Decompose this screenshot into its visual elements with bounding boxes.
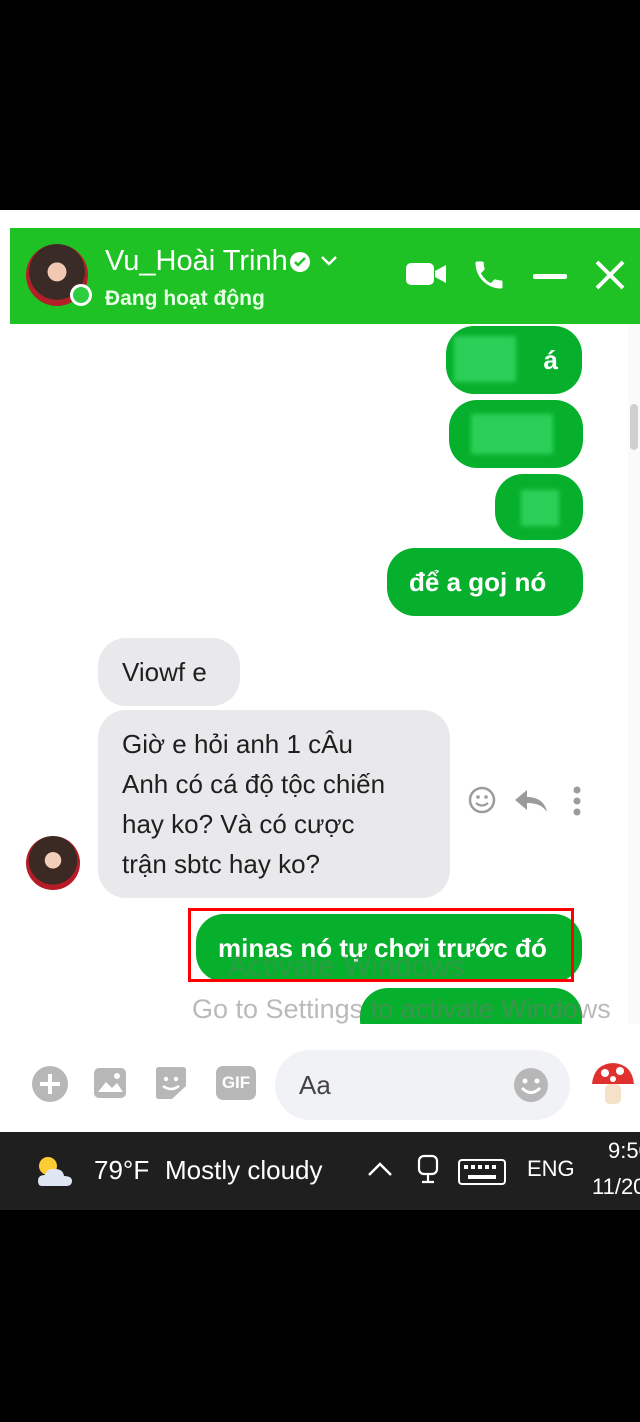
message-text: Viowf e <box>122 657 207 687</box>
windows-taskbar: 79°F Mostly cloudy ENG 9:50 11/20 <box>0 1132 640 1210</box>
keyboard-icon[interactable] <box>458 1159 506 1185</box>
outgoing-message[interactable] <box>449 400 583 468</box>
activate-windows-subtitle: Go to Settings to activate Windows <box>192 994 611 1024</box>
message-line: Anh có cá độ tộc chiến <box>122 769 386 799</box>
screen-frame: Vu_Hoài Trinh Đang hoạt động á để a goj … <box>0 210 640 1210</box>
more-icon[interactable] <box>572 786 582 816</box>
redacted-blur <box>471 414 553 454</box>
chat-header: Vu_Hoài Trinh Đang hoạt động <box>10 228 640 324</box>
contact-name[interactable]: Vu_Hoài Trinh <box>105 245 288 278</box>
gif-icon[interactable]: GIF <box>216 1066 256 1100</box>
mushroom-icon[interactable] <box>588 1060 638 1108</box>
minimize-icon[interactable] <box>533 274 567 280</box>
message-line: trận sbtc hay ko? <box>122 849 320 879</box>
weather-text[interactable]: Mostly cloudy <box>165 1155 323 1186</box>
incoming-message[interactable]: Giờ e hỏi anh 1 cÂu Anh có cá độ tộc chi… <box>98 710 450 898</box>
message-text: á <box>543 345 558 375</box>
redacted-blur <box>521 490 559 526</box>
contact-message-avatar[interactable] <box>26 836 80 890</box>
message-line: Giờ e hỏi anh 1 cÂu <box>122 729 353 759</box>
emoji-icon[interactable] <box>512 1066 550 1104</box>
composer-bar: GIF Aa <box>10 1036 640 1120</box>
incoming-message[interactable]: Viowf e <box>98 638 240 706</box>
scrollbar[interactable] <box>628 324 640 1024</box>
sticker-icon[interactable] <box>152 1064 190 1102</box>
message-text: để a goj nó <box>409 567 547 597</box>
temperature-text[interactable]: 79°F <box>94 1155 149 1186</box>
clock-time[interactable]: 9:50 <box>608 1138 640 1164</box>
message-line: hay ko? Và có cược <box>122 809 355 839</box>
messenger-chat-window: Vu_Hoài Trinh Đang hoạt động á để a goj … <box>10 228 640 1120</box>
close-icon[interactable] <box>594 259 626 291</box>
outgoing-message[interactable]: để a goj nó <box>387 548 583 616</box>
phone-icon[interactable] <box>471 257 507 293</box>
activate-windows-title: Activate Windows <box>228 950 465 983</box>
contact-status: Đang hoạt động <box>105 287 265 310</box>
outgoing-message[interactable]: á <box>446 326 582 394</box>
outgoing-message[interactable] <box>495 474 583 540</box>
video-icon[interactable] <box>404 259 450 289</box>
reply-icon[interactable] <box>513 788 549 814</box>
emoji-reaction-icon[interactable] <box>466 784 498 816</box>
language-indicator[interactable]: ENG <box>527 1156 575 1182</box>
scroll-thumb[interactable] <box>630 404 638 450</box>
redacted-blur <box>454 336 516 382</box>
meet-icon[interactable] <box>413 1152 443 1188</box>
clock-date[interactable]: 11/20 <box>592 1174 640 1200</box>
add-icon[interactable] <box>30 1064 70 1104</box>
online-status-dot <box>70 284 92 306</box>
chevron-down-icon[interactable] <box>319 252 339 270</box>
weather-icon[interactable] <box>30 1150 78 1192</box>
message-list: á để a goj nó Viowf e Giờ e hỏi anh 1 cÂ… <box>10 324 640 1024</box>
image-icon[interactable] <box>92 1064 130 1102</box>
chevron-up-icon[interactable] <box>366 1160 394 1178</box>
verified-icon <box>290 252 310 272</box>
